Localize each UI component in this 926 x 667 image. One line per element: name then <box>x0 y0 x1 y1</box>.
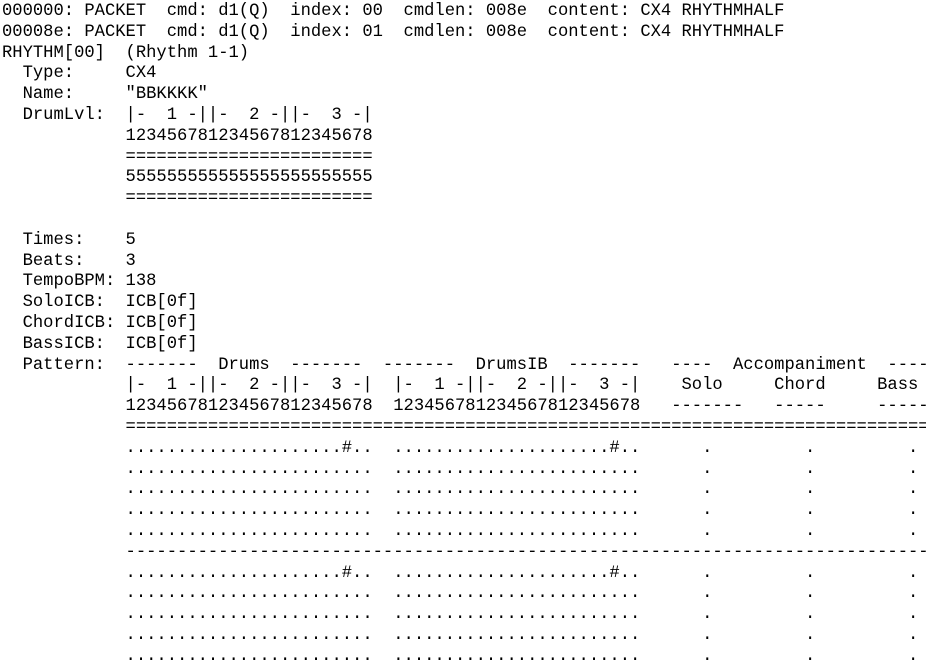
pattern-group-header: Pattern: ------- Drums ------- ------- D… <box>2 355 926 375</box>
pattern-row: ........................ ...............… <box>2 501 919 521</box>
pattern-row: .....................#.. ...............… <box>2 563 919 583</box>
drumlvl-beat-ruler: DrumLvl: |- 1 -||- 2 -||- 3 -| <box>2 105 373 125</box>
field-times: Times: 5 <box>2 230 136 250</box>
field-soloicb: SoloICB: ICB[0f] <box>2 293 198 313</box>
pattern-row: ........................ ...............… <box>2 605 919 625</box>
field-chordicb: ChordICB: ICB[0f] <box>2 313 198 333</box>
field-type: Type: CX4 <box>2 64 157 84</box>
drumlvl-rule-bottom: ======================== <box>2 189 373 209</box>
field-beats: Beats: 3 <box>2 251 136 271</box>
pattern-row: ........................ ...............… <box>2 480 919 500</box>
drumlvl-tick-ruler: 123456781234567812345678 <box>2 126 373 146</box>
record-header: RHYTHM[00] (Rhythm 1-1) <box>2 43 250 63</box>
field-bassicb: BassICB: ICB[0f] <box>2 334 198 354</box>
pattern-row: ........................ ...............… <box>2 521 919 541</box>
pattern-row: ........................ ...............… <box>2 625 919 645</box>
pattern-dashed-rule: ----------------------------------------… <box>125 542 926 562</box>
pattern-row: .....................#.. ...............… <box>2 438 919 458</box>
drumlvl-levels: 555555555555555555555555 <box>2 168 373 188</box>
pattern-row: ........................ ...............… <box>2 459 919 479</box>
packet-line-0: 000000: PACKET cmd: d1(Q) index: 00 cmdl… <box>2 2 785 21</box>
pattern-beat-ruler: |- 1 -||- 2 -||- 3 -| |- 1 -||- 2 -||- 3… <box>2 376 919 396</box>
field-name: Name: "BBKKKK" <box>2 85 208 105</box>
pattern-double-rule: ========================================… <box>125 417 926 437</box>
packet-line-1: 00008e: PACKET cmd: d1(Q) index: 01 cmdl… <box>2 22 785 42</box>
field-tempobpm: TempoBPM: 138 <box>2 272 157 292</box>
pattern-row: ........................ ...............… <box>2 646 919 666</box>
pattern-row: ........................ ...............… <box>2 584 919 604</box>
drumlvl-rule-top: ======================== <box>2 147 373 167</box>
pattern-tick-ruler: 123456781234567812345678 123456781234567… <box>2 397 926 417</box>
terminal-output: 000000: PACKET cmd: d1(Q) index: 00 cmdl… <box>0 0 926 667</box>
